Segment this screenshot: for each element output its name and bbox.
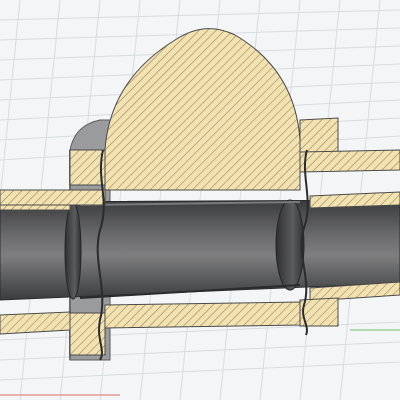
world-axes [0,329,400,396]
shaft [0,199,400,301]
viewport-canvas[interactable] [0,0,400,400]
cad-3d-viewport[interactable] [0,0,400,400]
